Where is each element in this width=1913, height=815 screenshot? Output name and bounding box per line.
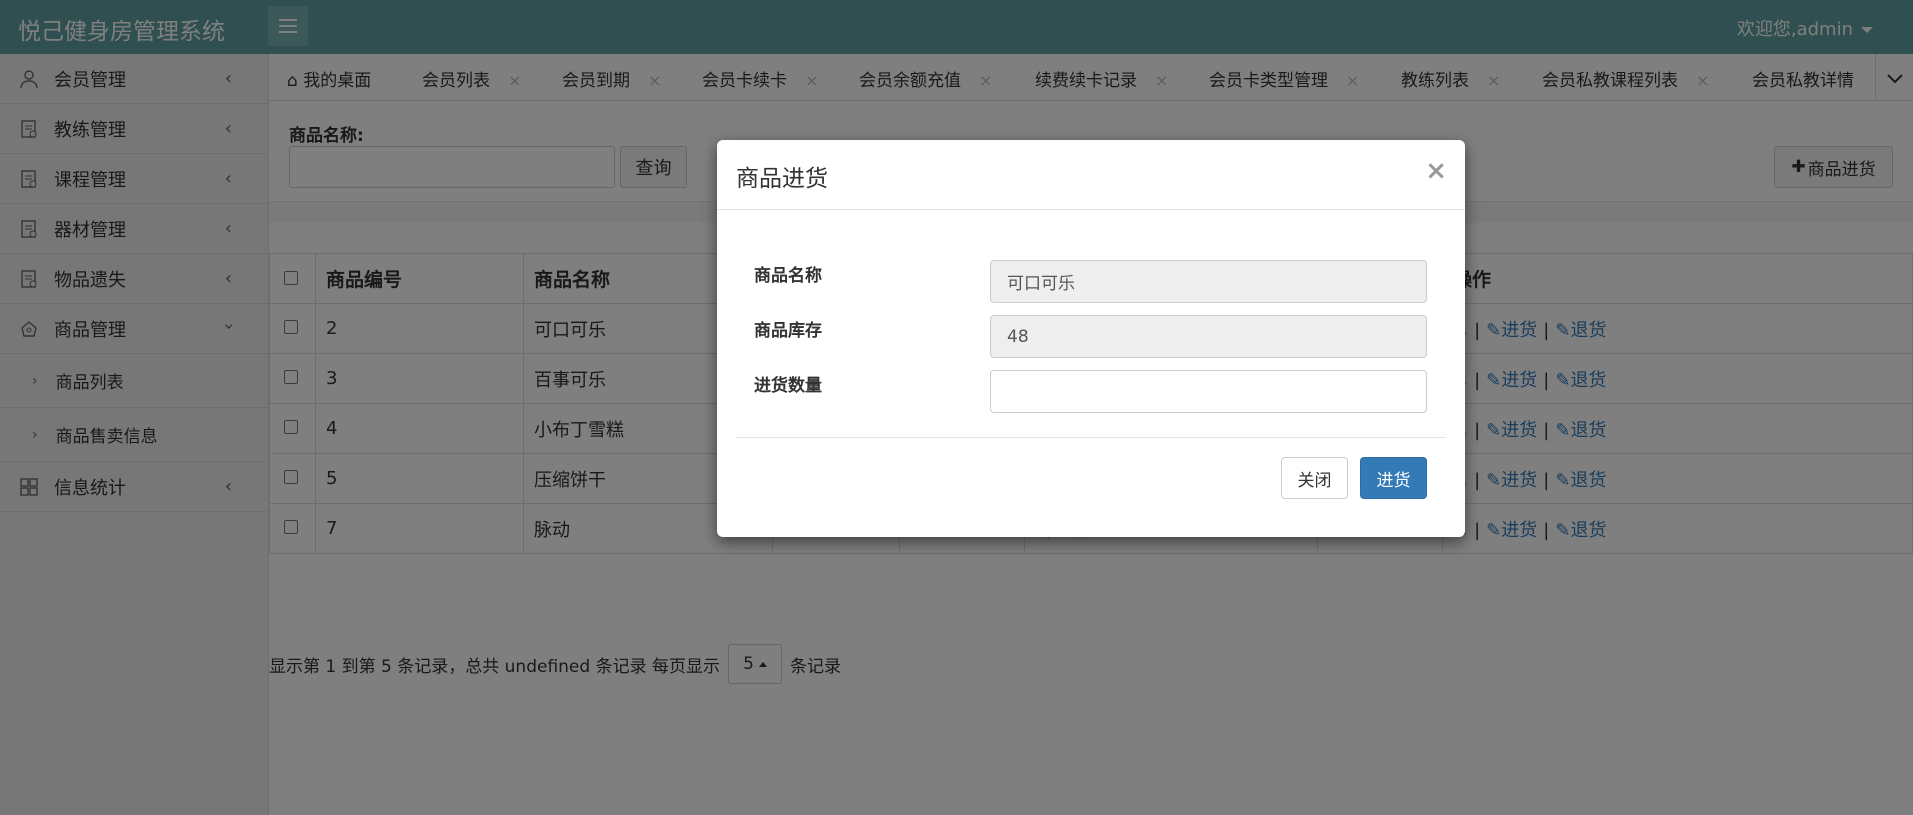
field-label-quantity: 进货数量 — [754, 376, 822, 396]
modal-title: 商品进货 — [736, 166, 828, 192]
field-label-stock: 商品库存 — [754, 321, 822, 341]
close-button[interactable]: 关闭 — [1281, 457, 1348, 499]
stock-in-quantity-input[interactable] — [990, 370, 1427, 413]
field-label-name: 商品名称 — [754, 266, 822, 286]
stock-in-modal: 商品进货 × 商品名称 可口可乐 商品库存 48 进货数量 关闭 进货 — [717, 140, 1465, 537]
close-icon[interactable]: × — [1425, 156, 1447, 186]
goods-stock-field[interactable]: 48 — [990, 315, 1427, 358]
divider — [736, 437, 1446, 438]
submit-stock-in-button[interactable]: 进货 — [1360, 457, 1427, 499]
divider — [717, 209, 1465, 210]
goods-name-field[interactable]: 可口可乐 — [990, 260, 1427, 303]
